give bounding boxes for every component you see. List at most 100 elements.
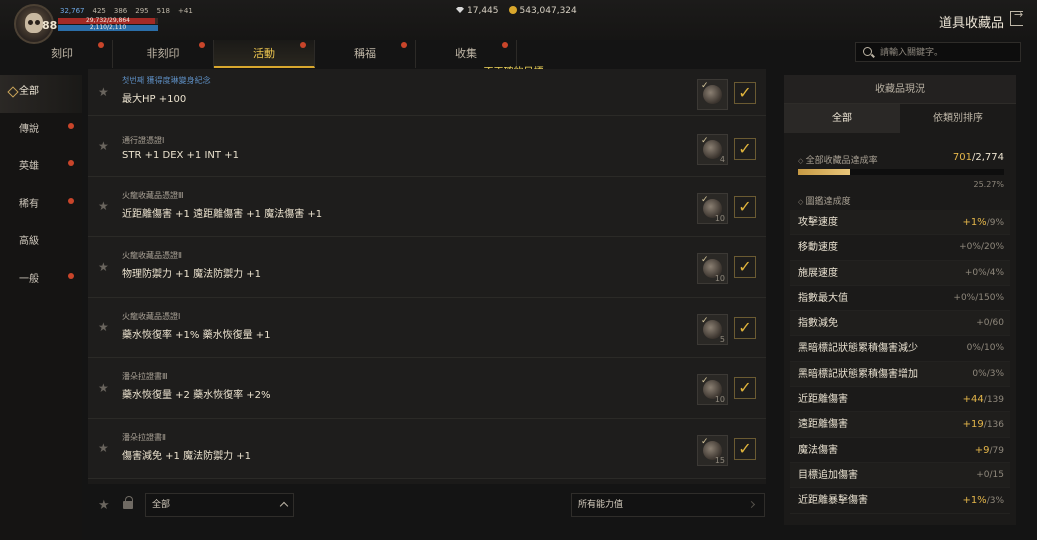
stat-current: +9 <box>974 444 990 456</box>
item-count: 15 <box>714 455 725 465</box>
filter-bar: ★ 全部 所有能力值 <box>88 487 766 525</box>
collection-list: ★ 첫번째 獲得度琳變身紀念 最大HP +100 ✓ ✓ ★ 通行證憑證I ST… <box>88 69 766 484</box>
lock-icon[interactable] <box>123 496 133 509</box>
star-icon[interactable]: ★ <box>98 381 109 395</box>
stat-value: 0%/10% <box>967 336 1004 361</box>
stat-name: 目標追加傷害 <box>798 469 858 481</box>
item-slot[interactable]: ✓ <box>697 79 728 110</box>
coin-icon <box>508 6 517 14</box>
item-slot[interactable]: ✓ 15 <box>697 434 728 466</box>
notification-dot <box>68 160 74 166</box>
sidebar-item-rare[interactable]: 稀有 <box>0 188 82 226</box>
notification-dot <box>300 42 306 48</box>
item-slot[interactable]: ✓ 5 <box>697 313 728 345</box>
list-item[interactable]: ★ 火龍收藏品憑證Ⅰ 藥水恢復率 +1% 藥水恢復量 +1 ✓ 5 ✓ <box>88 297 766 358</box>
item-slot[interactable]: ✓ 10 <box>697 192 728 224</box>
register-check-icon[interactable]: ✓ <box>734 316 756 339</box>
collection-status-panel: 收藏品現況 全部 依類別排序 全部收藏品達成率 701/2,774 25.27%… <box>784 75 1016 525</box>
stat-name: 施展速度 <box>798 267 838 279</box>
item-slot[interactable]: ✓ 10 <box>697 374 728 405</box>
stat-row: 近距離傷害 +44/139 <box>790 387 1010 413</box>
item-title: 傷害減免 +1 魔法防禦力 +1 <box>122 450 252 462</box>
register-check-icon[interactable]: ✓ <box>734 256 756 278</box>
stat-max: /4% <box>986 267 1004 278</box>
mp-bar: 2,110/2,110 <box>58 24 158 31</box>
register-check-icon[interactable]: ✓ <box>734 195 756 218</box>
stat-value: +9/79 <box>975 438 1004 464</box>
list-item[interactable]: ★ 첫번째 獲得度琳變身紀念 最大HP +100 ✓ ✓ <box>88 69 766 116</box>
search-icon[interactable] <box>863 47 872 56</box>
item-count: 10 <box>714 213 725 223</box>
stat-list: 攻擊速度 +1%/9% 移動速度 +0%/20% 施展速度 +0%/4% 指數最大值 +0%/… <box>790 210 1010 514</box>
stat-row: 遠距離傷害 +19/136 <box>790 412 1010 438</box>
stat-row: 近距離暴擊傷害 +1%/3% <box>790 488 1010 514</box>
notification-dot <box>98 42 104 48</box>
page-title: 道具收藏品 <box>938 16 1004 31</box>
stat-max: /136 <box>983 420 1004 431</box>
gem-amount: 17,445 <box>456 6 499 16</box>
list-item[interactable]: ★ 潘朵拉證書Ⅱ 傷害減免 +1 魔法防禦力 +1 ✓ 15 ✓ <box>88 418 766 479</box>
item-count: 4 <box>719 155 725 164</box>
stat-row: 指數減免 +0/60 <box>790 311 1010 337</box>
notification-dot <box>502 42 508 48</box>
subtab-by-category[interactable]: 依類別排序 <box>900 104 1016 133</box>
subtab-all[interactable]: 全部 <box>784 104 900 133</box>
check-icon: ✓ <box>701 136 709 146</box>
item-title: 藥水恢復量 +2 藥水恢復率 +2% <box>122 390 271 401</box>
stat-current: 0% <box>972 368 987 379</box>
stat-value: +0%/4% <box>965 261 1004 286</box>
check-icon: ✓ <box>701 194 709 205</box>
stat-name: 黑暗標記狀態累積傷害減少 <box>798 343 918 355</box>
notification-dot <box>68 122 74 129</box>
notification-dot <box>68 272 74 279</box>
item-slot[interactable]: ✓ 10 <box>697 253 728 284</box>
sidebar-item-common[interactable]: 一般 <box>0 263 82 301</box>
stat-select[interactable]: 所有能力值 <box>571 493 765 517</box>
register-check-icon[interactable]: ✓ <box>734 82 756 104</box>
stat-max: /3% <box>986 368 1004 379</box>
sidebar-item-legend[interactable]: 傳說 <box>0 113 82 151</box>
item-subtitle: 潘朵拉證書Ⅱ <box>122 432 166 442</box>
mp-text: 2,110/2,110 <box>89 24 127 31</box>
category-select[interactable]: 全部 <box>145 493 294 517</box>
list-item[interactable]: ★ 通行證憑證I STR +1 DEX +1 INT +1 ✓ 4 ✓ <box>88 116 766 177</box>
search-input[interactable] <box>880 45 1016 60</box>
check-icon: ✓ <box>701 315 709 326</box>
stat-name: 指數最大值 <box>798 292 848 304</box>
stat-current: +0 <box>976 469 990 480</box>
stat-row: 施展速度 +0%/4% <box>790 260 1010 286</box>
stat-max: /10% <box>980 343 1004 354</box>
sidebar-item-advanced[interactable]: 高級 <box>0 225 82 263</box>
stat-max: /9% <box>986 218 1004 228</box>
register-check-icon[interactable]: ✓ <box>734 377 756 399</box>
list-item[interactable]: ★ 火龍收藏品憑證Ⅲ 近距離傷害 +1 遠距離傷害 +1 魔法傷害 +1 ✓ 10… <box>88 176 766 237</box>
stat-value: 32,767 <box>60 7 85 15</box>
stat-value: +1%/9% <box>962 210 1004 236</box>
stat-name: 近距離傷害 <box>798 394 848 406</box>
stat-current: +44 <box>962 394 984 406</box>
favorite-filter-star-icon[interactable]: ★ <box>98 498 110 513</box>
exit-icon[interactable] <box>1010 8 1023 26</box>
gem-icon <box>456 7 464 13</box>
item-subtitle: 通行證憑證I <box>122 136 165 145</box>
item-subtitle: 潘朵拉證書Ⅲ <box>122 372 168 381</box>
item-count: 5 <box>719 334 725 344</box>
check-icon: ✓ <box>701 436 709 447</box>
sidebar-item-all[interactable]: 全部 <box>0 75 82 113</box>
item-slot[interactable]: ✓ 4 <box>697 134 728 165</box>
star-icon[interactable]: ★ <box>98 85 109 99</box>
register-check-icon[interactable]: ✓ <box>734 138 756 160</box>
register-check-icon[interactable]: ✓ <box>734 437 756 460</box>
sidebar-item-hero[interactable]: 英雄 <box>0 150 82 188</box>
stat-name: 遠距離傷害 <box>798 419 848 431</box>
star-icon[interactable]: ★ <box>98 139 109 153</box>
item-title: 物理防禦力 +1 魔法防禦力 +1 <box>122 269 262 280</box>
stat-value: +0%/20% <box>959 235 1004 260</box>
star-icon[interactable]: ★ <box>98 320 109 334</box>
stat-row: 黑暗標記狀態累積傷害增加 0%/3% <box>790 361 1010 388</box>
star-icon[interactable]: ★ <box>98 199 109 213</box>
star-icon[interactable]: ★ <box>98 441 109 455</box>
list-item[interactable]: ★ 潘朵拉證書Ⅲ 藥水恢復量 +2 藥水恢復率 +2% ✓ 10 ✓ <box>88 358 766 419</box>
star-icon[interactable]: ★ <box>98 260 109 274</box>
list-item[interactable]: ★ 火龍收藏品憑證Ⅱ 物理防禦力 +1 魔法防禦力 +1 ✓ 10 ✓ <box>88 237 766 298</box>
